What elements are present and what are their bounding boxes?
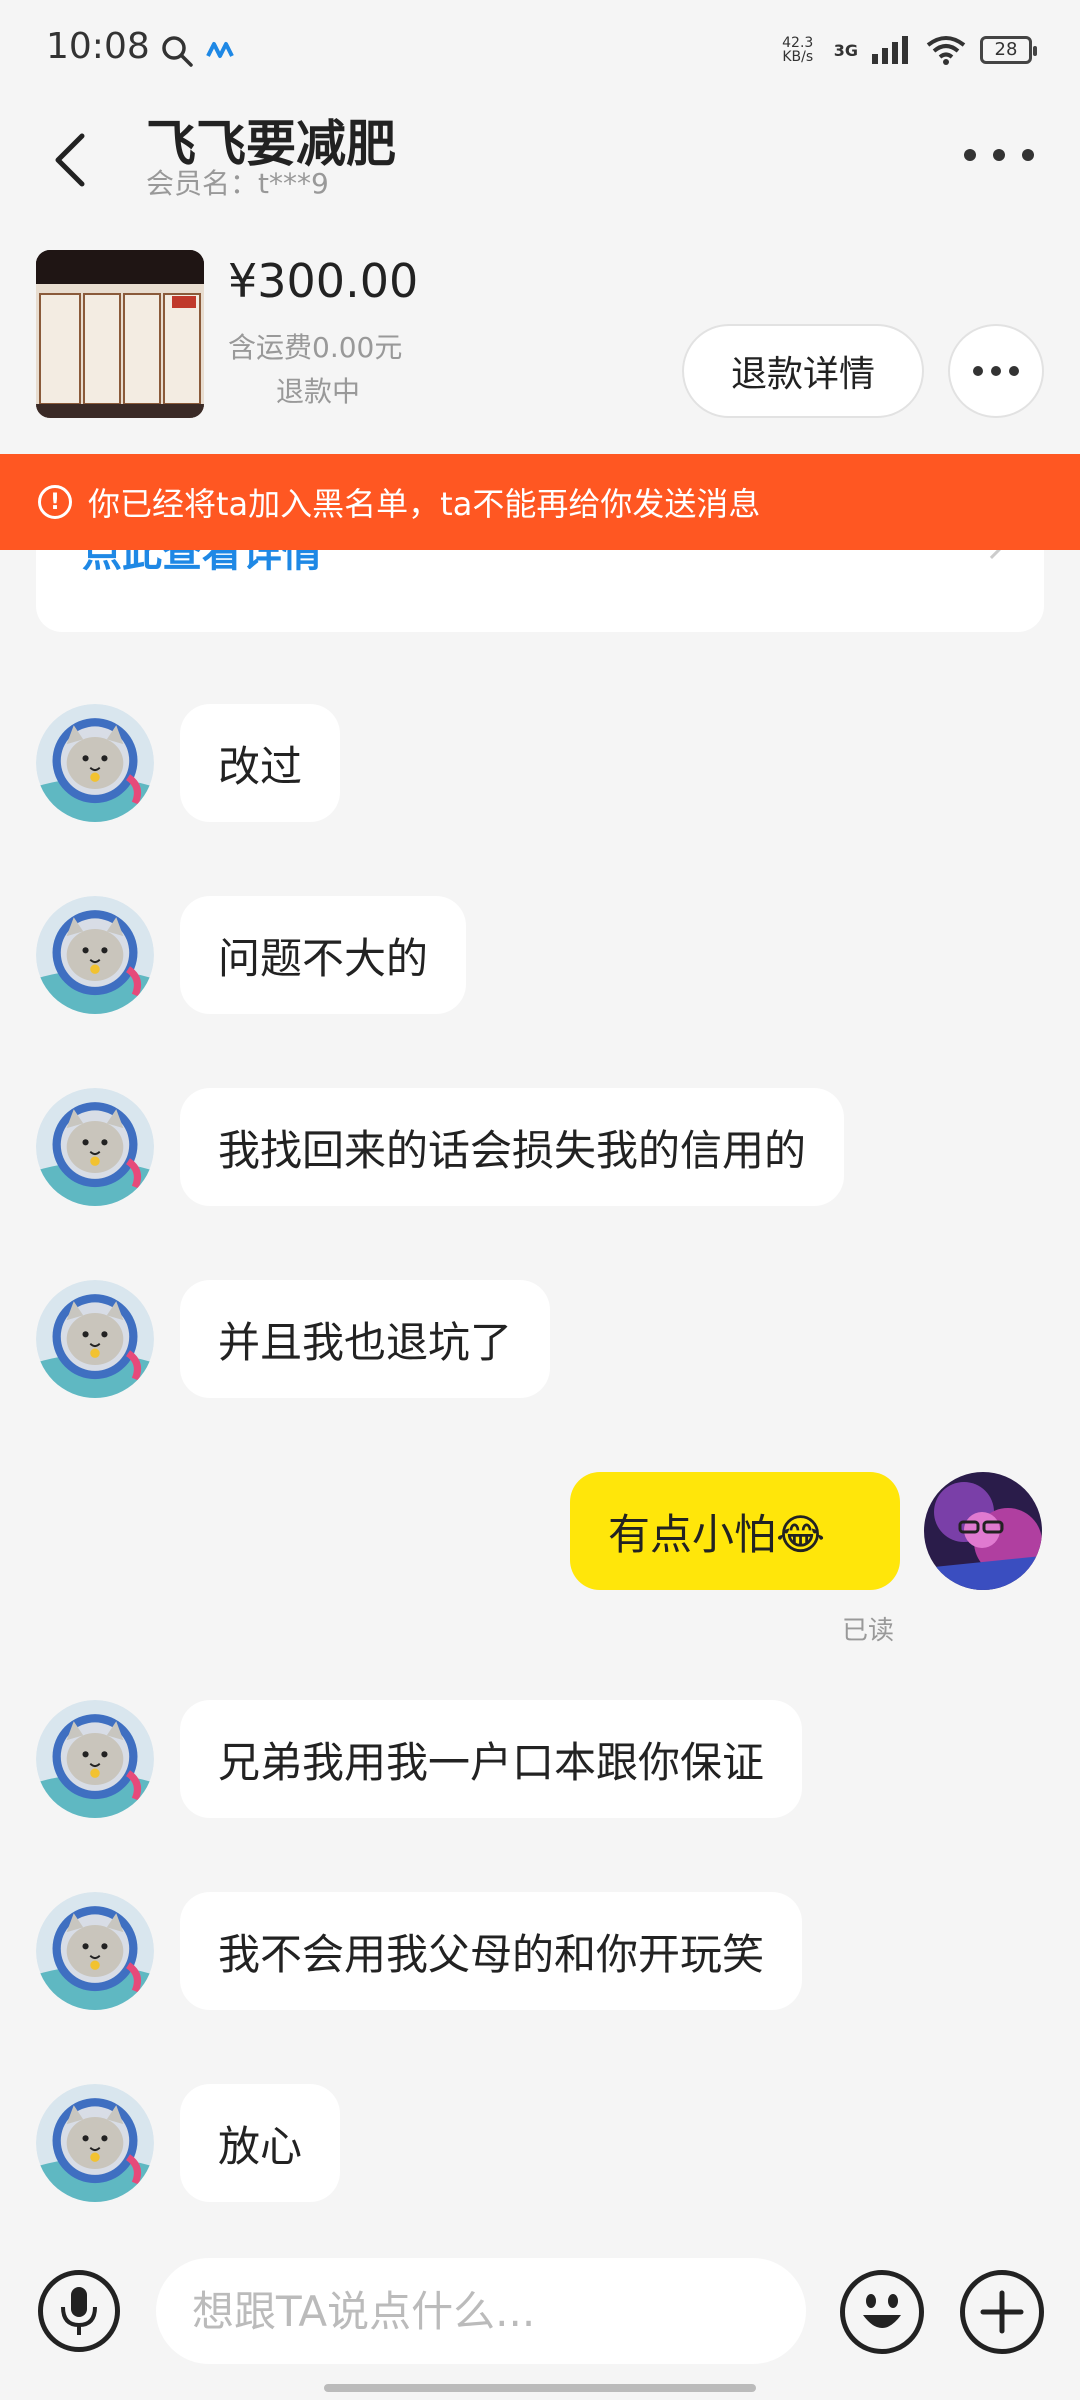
search-icon xyxy=(162,36,193,67)
more-dot-icon xyxy=(1009,366,1019,376)
message-bubble-received[interactable]: 并且我也退坑了 xyxy=(180,1280,551,1398)
my-avatar[interactable] xyxy=(924,1472,1042,1590)
input-bar xyxy=(0,2240,1080,2380)
home-indicator[interactable] xyxy=(324,2384,756,2392)
signal-icon xyxy=(872,36,908,64)
network-type: 3G xyxy=(833,40,858,60)
product-price: ¥300.00 xyxy=(228,254,419,308)
message-bubble-received[interactable]: 我不会用我父母的和你开玩笑 xyxy=(180,1892,803,2010)
order-product-card: ¥300.00 含运费0.00元 退款中 退款详情 xyxy=(0,240,1080,452)
read-receipt: 已读 xyxy=(842,1616,895,1646)
status-time: 10:08 xyxy=(46,26,150,67)
refund-status: 退款中 xyxy=(276,375,361,408)
wifi-icon xyxy=(926,36,966,65)
contact-avatar[interactable] xyxy=(36,896,154,1014)
message-bubble-received[interactable]: 问题不大的 xyxy=(180,896,467,1014)
net-speed: 42.3 KB/s xyxy=(776,36,820,64)
microphone-icon xyxy=(61,2287,97,2335)
refund-details-button[interactable]: 退款详情 xyxy=(682,324,924,418)
more-dot-icon xyxy=(993,149,1005,161)
net-speed-unit: KB/s xyxy=(782,49,814,65)
back-arrow-icon xyxy=(55,133,85,187)
more-options-button[interactable] xyxy=(964,140,1034,170)
more-dot-icon xyxy=(1022,149,1034,161)
message-bubble-received[interactable]: 我找回来的话会损失我的信用的 xyxy=(180,1088,845,1206)
member-name: 会员名：t***9 xyxy=(146,167,329,200)
back-button[interactable] xyxy=(40,120,100,200)
message-input[interactable] xyxy=(156,2258,806,2364)
add-attachment-button[interactable] xyxy=(960,2270,1044,2354)
message-bubble-received[interactable]: 放心 xyxy=(180,2084,341,2202)
status-indicators: 42.3 KB/s 3G 28 xyxy=(776,30,1037,70)
message-bubble-received[interactable]: 改过 xyxy=(180,704,341,822)
contact-avatar[interactable] xyxy=(36,1280,154,1398)
more-dot-icon xyxy=(991,366,1001,376)
contact-avatar[interactable] xyxy=(36,1700,154,1818)
contact-avatar[interactable] xyxy=(36,704,154,822)
emoji-icon xyxy=(863,2294,901,2328)
more-dot-icon xyxy=(973,366,983,376)
battery-icon: 28 xyxy=(980,36,1037,64)
voice-input-button[interactable] xyxy=(38,2270,120,2352)
message-bubble-received[interactable]: 兄弟我用我一户口本跟你保证 xyxy=(180,1700,803,1818)
app-notification-icon xyxy=(206,42,234,58)
contact-avatar[interactable] xyxy=(36,1892,154,2010)
product-more-button[interactable] xyxy=(948,324,1044,418)
chat-header: 飞飞要减肥 会员名：t***9 xyxy=(0,100,1080,240)
emoji-button[interactable] xyxy=(840,2270,924,2354)
shipping-fee: 含运费0.00元 xyxy=(228,331,403,364)
contact-avatar[interactable] xyxy=(36,2084,154,2202)
net-speed-value: 42.3 xyxy=(782,35,814,51)
more-dot-icon xyxy=(964,149,976,161)
plus-icon xyxy=(980,2290,1024,2334)
warning-icon: ! xyxy=(38,485,72,519)
blacklist-banner: ! 你已经将ta加入黑名单，ta不能再给你发送消息 xyxy=(0,454,1080,550)
contact-avatar[interactable] xyxy=(36,1088,154,1206)
product-thumbnail[interactable] xyxy=(36,250,204,418)
status-bar: 10:08 42.3 KB/s 3G 28 xyxy=(0,0,1080,100)
message-bubble-sent[interactable]: 有点小怕😂 xyxy=(570,1472,900,1590)
product-image xyxy=(36,250,204,418)
blacklist-message: 你已经将ta加入黑名单，ta不能再给你发送消息 xyxy=(88,485,761,523)
